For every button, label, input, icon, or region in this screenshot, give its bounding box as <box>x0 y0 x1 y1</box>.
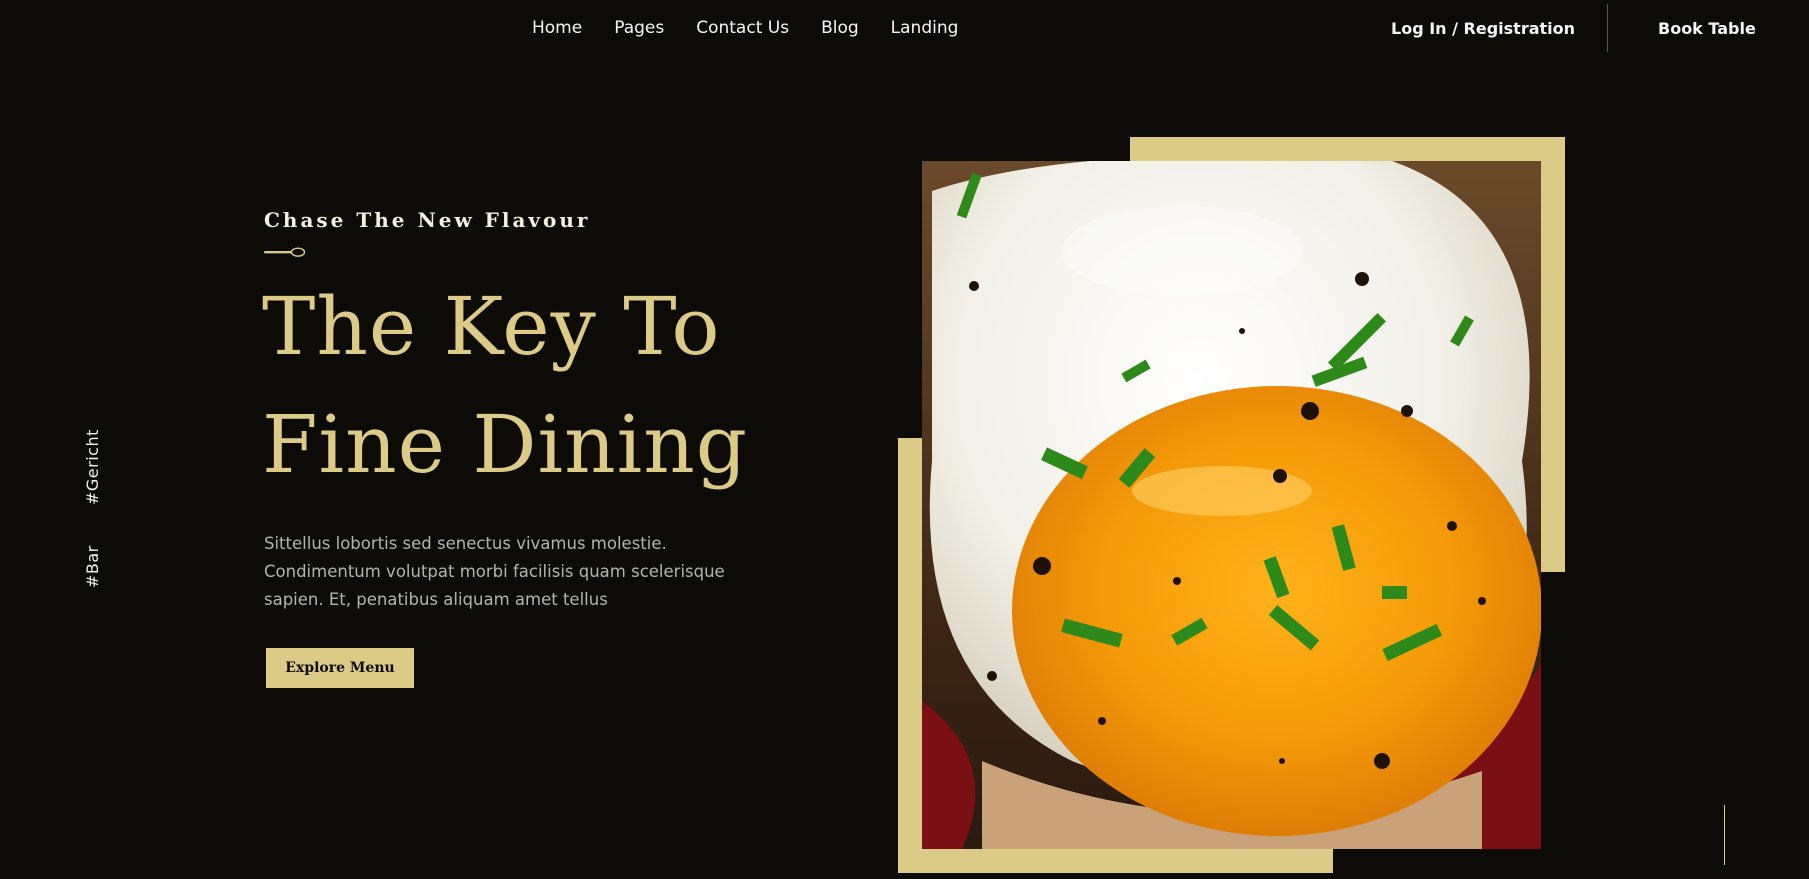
hero-food-image <box>922 161 1541 849</box>
nav-link-pages[interactable]: Pages <box>614 18 664 38</box>
hero-description: Sittellus lobortis sed senectus vivamus … <box>264 534 725 609</box>
main-nav: Home Pages Contact Us Blog Landing <box>532 18 958 38</box>
nav-link-blog[interactable]: Blog <box>821 18 859 38</box>
scroll-indicator-line <box>1724 805 1725 865</box>
hero-headline: The Key To Fine Dining <box>262 268 748 504</box>
side-tag-gericht[interactable]: #Gericht <box>83 429 102 505</box>
nav-link-landing[interactable]: Landing <box>891 18 959 38</box>
hero-headline-line2: Fine Dining <box>262 398 748 491</box>
landing-page: Home Pages Contact Us Blog Landing Log I… <box>0 0 1809 879</box>
nav-link-home[interactable]: Home <box>532 18 582 38</box>
nav-divider <box>1607 4 1608 52</box>
hero-headline-line1: The Key To <box>262 280 721 373</box>
fried-egg-illustration <box>922 161 1541 849</box>
hero-subtitle: Chase The New Flavour <box>264 208 591 232</box>
book-table-link[interactable]: Book Table <box>1658 19 1756 38</box>
side-tag-bar[interactable]: #Bar <box>83 545 102 588</box>
login-registration-link[interactable]: Log In / Registration <box>1391 19 1575 38</box>
spoon-icon <box>264 247 306 257</box>
nav-link-contact-us[interactable]: Contact Us <box>696 18 789 38</box>
explore-menu-button[interactable]: Explore Menu <box>266 648 414 688</box>
